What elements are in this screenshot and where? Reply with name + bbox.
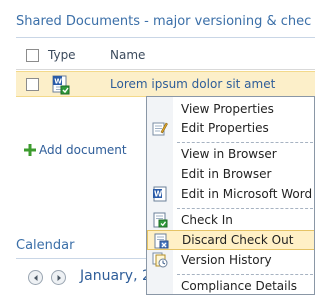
menu-item-label: Discard Check Out — [182, 233, 294, 247]
check-in-icon — [153, 212, 168, 228]
calendar-title[interactable]: Calendar — [16, 238, 74, 253]
document-name-link[interactable]: Lorem ipsum dolor sit amet — [110, 77, 275, 91]
discard-check-out-icon — [154, 233, 169, 249]
row-checkbox[interactable] — [26, 78, 39, 91]
menu-item-view-properties[interactable]: View Properties — [147, 99, 314, 119]
menu-item-edit-properties[interactable]: Edit Properties — [147, 118, 314, 138]
arrow-left-icon — [34, 275, 38, 281]
menu-separator — [177, 274, 313, 275]
svg-text:W: W — [154, 190, 163, 199]
menu-item-view-in-browser[interactable]: View in Browser — [147, 144, 314, 164]
add-document-label: Add document — [39, 143, 127, 157]
menu-separator — [177, 142, 313, 143]
menu-item-check-in[interactable]: Check In — [147, 210, 314, 230]
menu-item-label: Edit in Browser — [181, 167, 272, 181]
list-header-row: Type Name — [16, 45, 315, 69]
menu-separator — [177, 208, 313, 209]
menu-item-discard-check-out[interactable]: Discard Check Out — [147, 230, 314, 250]
menu-item-compliance-details[interactable]: Compliance Details — [147, 276, 314, 294]
menu-item-edit-in-browser[interactable]: Edit in Browser — [147, 164, 314, 184]
header-divider — [16, 69, 315, 70]
arrow-right-icon — [57, 275, 61, 281]
webpart-title[interactable]: Shared Documents - major versioning & ch… — [16, 14, 315, 32]
calendar-next-button[interactable] — [51, 270, 66, 285]
word-doc-checked-out-icon: W — [52, 75, 70, 95]
calendar-month-label: January, 2 — [80, 268, 151, 284]
svg-text:W: W — [54, 78, 62, 86]
menu-item-label: View Properties — [181, 102, 274, 116]
menu-item-edit-in-word[interactable]: W Edit in Microsoft Word — [147, 184, 314, 204]
menu-item-label: Edit Properties — [181, 121, 269, 135]
plus-icon — [24, 144, 36, 156]
menu-item-label: Check In — [181, 213, 233, 227]
word-icon: W — [153, 186, 167, 202]
version-history-icon — [152, 252, 168, 268]
context-menu: View Properties Edit Properties View in … — [146, 96, 315, 295]
menu-item-label: Version History — [181, 253, 272, 267]
menu-item-label: Compliance Details — [181, 279, 298, 293]
column-header-type[interactable]: Type — [48, 48, 76, 62]
column-header-name[interactable]: Name — [110, 48, 145, 62]
calendar-divider — [16, 258, 156, 259]
menu-item-version-history[interactable]: Version History — [147, 250, 314, 270]
menu-item-label: View in Browser — [181, 147, 277, 161]
select-all-checkbox[interactable] — [26, 49, 39, 62]
table-row[interactable]: W Lorem ipsum dolor sit amet — [16, 71, 315, 97]
menu-item-label: Edit in Microsoft Word — [181, 187, 313, 201]
title-divider — [16, 37, 315, 38]
edit-properties-icon — [152, 122, 168, 136]
calendar-prev-button[interactable] — [28, 270, 43, 285]
